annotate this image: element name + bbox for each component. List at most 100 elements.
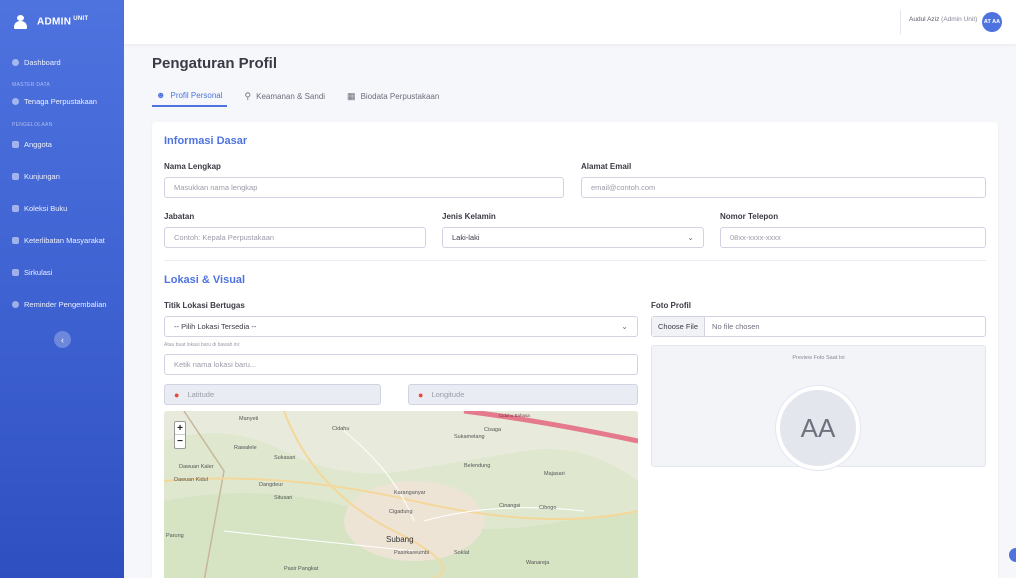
tab-keamanan[interactable]: ⚲ Keamanan & Sandi (241, 85, 330, 107)
tab-label: Keamanan & Sandi (256, 91, 326, 101)
foto-preview: Preview Foto Saat Ini AA (651, 345, 986, 470)
sidebar-heading-pengelolaan: PENGELOLAAN (12, 122, 53, 128)
user-icon (12, 97, 19, 105)
map-place-label: Cisaga (484, 427, 502, 433)
profile-tabs: ☻ Profil Personal ⚲ Keamanan & Sandi ▦ B… (152, 85, 443, 113)
building-icon: ▦ (347, 90, 356, 101)
sidebar-item-label: Reminder Pengembalian (24, 299, 107, 309)
tab-profil-personal[interactable]: ☻ Profil Personal (152, 85, 227, 107)
sidebar-item-label: Koleksi Buku (24, 203, 68, 213)
chevron-down-icon: ⌄ (621, 322, 628, 331)
longitude-placeholder: Longitude (431, 390, 465, 399)
map-pin-icon: ● (174, 389, 180, 400)
map-place-label: Wanareja (526, 560, 550, 566)
bell-icon (12, 300, 19, 308)
zoom-out-button[interactable]: − (175, 435, 185, 448)
sidebar-item-label: Tenaga Perpustakaan (24, 96, 97, 106)
longitude-input[interactable]: ● Longitude (408, 384, 638, 405)
chevron-left-icon: ‹ (61, 334, 64, 345)
sidebar-item-sirkulasi[interactable]: Sirkulasi (0, 256, 124, 288)
gender-select[interactable]: Laki-laki ⌄ (442, 227, 704, 248)
map-place-label: Dawuan Kaler (179, 464, 214, 470)
foto-file-input[interactable]: Choose File No file chosen (651, 316, 986, 337)
tab-biodata[interactable]: ▦ Biodata Perpustakaan (343, 85, 443, 107)
map-place-label: Cidahu Bahasa (499, 413, 530, 418)
section-title-basic: Informasi Dasar (164, 135, 248, 147)
jabatan-input[interactable]: Contoh: Kepala Perpustakaan (164, 227, 426, 248)
jabatan-label: Jabatan (164, 212, 195, 221)
map-place-label: Pasir Pangkat (284, 566, 319, 572)
topbar-divider (900, 10, 901, 34)
map-place-label: Majasari (544, 471, 565, 477)
map-place-label: Cibogo (539, 505, 557, 511)
sidebar-item-label: Dashboard (24, 57, 61, 67)
sidebar-item-reminder[interactable]: Reminder Pengembalian (0, 288, 124, 320)
new-location-input[interactable]: Ketik nama lokasi baru... (164, 354, 638, 375)
sidebar-item-anggota[interactable]: Anggota (0, 128, 124, 160)
sidebar-toggle-button[interactable]: ‹ (54, 331, 71, 348)
section-title-location: Lokasi & Visual (164, 274, 246, 286)
sidebar-item-keterlibatan[interactable]: Keterlibatan Masyarakat (0, 224, 124, 256)
map-place-label: Subang (386, 535, 414, 544)
location-map[interactable]: + − Manyeti Cidahu Rawalele Sukamelang C… (164, 411, 638, 578)
titik-select[interactable]: -- Pilih Lokasi Tersedia -- ⌄ (164, 316, 638, 337)
titik-label: Titik Lokasi Bertugas (164, 301, 245, 310)
user-avatar[interactable]: AT AA (982, 12, 1002, 32)
user-check-icon (12, 172, 19, 180)
map-place-label: Karanganyar (394, 490, 426, 496)
nama-input[interactable]: Masukkan nama lengkap (164, 177, 564, 198)
sidebar-heading-master: MASTER DATA (12, 82, 51, 88)
map-place-label: Soklat (454, 550, 470, 556)
sidebar-nav: Dashboard MASTER DATA Tenaga Perpustakaa… (0, 44, 124, 320)
map-place-label: Cigadung (389, 509, 413, 515)
gender-select-value: Laki-laki (452, 233, 480, 242)
latitude-placeholder: Latitude (187, 390, 215, 399)
brand-text: ADMIN UNIT (37, 16, 89, 28)
foto-label: Foto Profil (651, 301, 691, 310)
map-place-label: Dawuan Kidul (174, 477, 208, 483)
preview-avatar: AA (776, 386, 860, 470)
brand-logo-icon (12, 14, 29, 30)
sidebar-item-label: Keterlibatan Masyarakat (24, 235, 105, 245)
users-icon (12, 140, 19, 148)
section-divider (164, 260, 986, 261)
settings-float-icon[interactable] (1009, 548, 1016, 562)
book-icon (12, 204, 19, 212)
tab-label: Biodata Perpustakaan (360, 91, 440, 101)
choose-file-button[interactable]: Choose File (652, 317, 706, 336)
phone-label: Nomor Telepon (720, 212, 779, 221)
titik-select-value: -- Pilih Lokasi Tersedia -- (174, 322, 257, 331)
sidebar-item-koleksi[interactable]: Koleksi Buku (0, 192, 124, 224)
file-status: No file chosen (712, 322, 760, 331)
email-input[interactable]: email@contoh.com (581, 177, 986, 198)
user-menu-name[interactable]: Audul Aziz (Admin Unit) (909, 16, 977, 23)
map-place-label: Rawalele (234, 445, 257, 451)
zoom-in-button[interactable]: + (175, 422, 185, 435)
sidebar-item-tenaga[interactable]: Tenaga Perpustakaan (0, 88, 124, 114)
map-place-label: Sukamelang (454, 434, 485, 440)
preview-label: Preview Foto Saat Ini (792, 355, 845, 361)
sidebar-item-kunjungan[interactable]: Kunjungan (0, 160, 124, 192)
map-place-label: Pasirkareumbi (394, 550, 430, 556)
latitude-input[interactable]: ● Latitude (164, 384, 381, 405)
topbar: Audul Aziz (Admin Unit) AT AA (124, 0, 1016, 44)
sidebar: ADMIN UNIT Dashboard MASTER DATA Tenaga P… (0, 0, 124, 578)
email-label: Alamat Email (581, 162, 632, 171)
user-icon: ☻ (156, 90, 166, 100)
map-place-label: Belendung (464, 463, 491, 469)
map-place-label: Cinangsi (499, 503, 521, 509)
page-title: Pengaturan Profil (152, 55, 278, 72)
sidebar-item-dashboard[interactable]: Dashboard (0, 50, 124, 74)
map-zoom-control: + − (174, 421, 186, 449)
sidebar-item-label: Kunjungan (24, 171, 60, 181)
phone-input[interactable]: 08xx-xxxx-xxxx (720, 227, 986, 248)
map-place-label: Dangdeur (259, 482, 284, 488)
sidebar-item-label: Sirkulasi (24, 267, 53, 277)
map-place-label: Situsari (274, 495, 293, 501)
map-place-label: Parung (166, 533, 184, 539)
brand[interactable]: ADMIN UNIT (0, 0, 124, 44)
chevron-down-icon: ⌄ (687, 233, 694, 242)
exchange-icon (12, 268, 19, 276)
dashboard-icon (12, 58, 19, 66)
sidebar-item-label: Anggota (24, 139, 52, 149)
